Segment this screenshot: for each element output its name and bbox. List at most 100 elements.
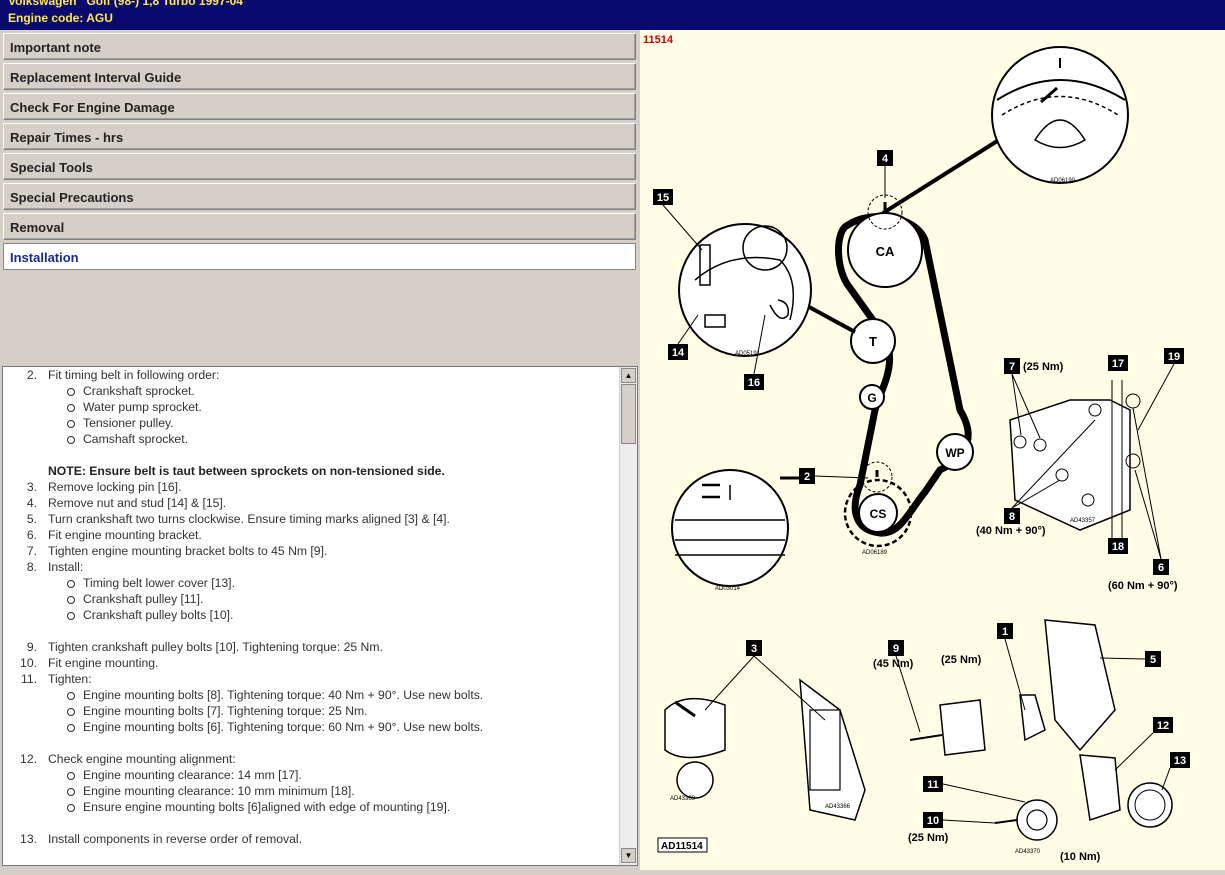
sub-item: Timing belt lower cover [13]. — [83, 576, 235, 590]
bullet-icon — [67, 592, 77, 604]
step-text: Install components in reverse order of r… — [48, 832, 303, 846]
step-text: Tighten engine mounting bracket bolts to… — [48, 544, 328, 558]
callout-11: 11 — [927, 779, 939, 791]
bullet-icon — [67, 800, 77, 812]
ref-ad06190: AD06190 — [1050, 178, 1076, 184]
crankshaft-mark-detail: AD03014 — [671, 469, 805, 592]
torque-9: (45 Nm) — [873, 658, 914, 670]
torque-10: (25 Nm) — [908, 832, 949, 844]
bullet-icon — [67, 416, 77, 428]
bullet-icon — [67, 384, 77, 396]
callout-7: 7 — [1009, 361, 1015, 373]
bullet-icon — [67, 608, 77, 620]
ref-ad06189: AD06189 — [862, 550, 888, 556]
ref-ad43357: AD43357 — [1070, 518, 1096, 524]
instructions-panel[interactable]: 2. Fit timing belt in following order: C… — [2, 366, 638, 866]
step-text: Tighten: — [48, 672, 92, 686]
step-number: 4. — [26, 496, 37, 510]
nav-special-precautions[interactable]: Special Precautions — [3, 183, 636, 210]
bullet-icon — [67, 784, 77, 796]
callout-18: 18 — [1112, 541, 1124, 553]
nav-installation[interactable]: Installation — [3, 243, 636, 270]
callout-10: 10 — [927, 815, 939, 827]
step-number: 10. — [20, 656, 37, 670]
callout-16: 16 — [748, 377, 760, 389]
timing-belt-diagram: 11 5 1 4 AD06190 CA T G WP CS AD06189 AD051… — [640, 30, 1225, 870]
t-label: T — [869, 334, 877, 349]
step-number: 6. — [26, 528, 37, 542]
sub-item: Camshaft sprocket. — [83, 432, 188, 446]
callout-17: 17 — [1112, 358, 1124, 370]
wp-label: WP — [945, 446, 964, 460]
callout-9: 9 — [893, 643, 899, 655]
footer-code: AD11514 — [661, 841, 703, 852]
bullet-icon — [67, 704, 77, 716]
bullet-icon — [67, 576, 77, 588]
ref-ad03014: AD03014 — [715, 586, 741, 592]
scroll-up-icon[interactable]: ▲ — [621, 368, 636, 383]
ref-ad43366: AD43366 — [825, 804, 851, 810]
step-text: Install: — [48, 560, 84, 574]
nav-check-for-engine-damage[interactable]: Check For Engine Damage — [3, 93, 636, 120]
timing-mark-3-detail: AD43369 AD43366 — [664, 678, 866, 821]
g-label: G — [867, 391, 876, 405]
step-text: Fit engine mounting. — [48, 656, 159, 670]
step-text: Turn crankshaft two turns clockwise. Ens… — [48, 512, 450, 526]
title-bar: Volkswagen Golf (98-) 1,8 Turbo 1997-04 … — [0, 0, 1225, 30]
cs-label: CS — [870, 507, 887, 521]
nav-removal[interactable]: Removal — [3, 213, 636, 240]
camshaft-mark-detail: AD06190 — [881, 46, 1129, 215]
step-text: Tighten crankshaft pulley bolts [10]. Ti… — [48, 640, 383, 654]
tensioner-detail: AD05191 — [678, 223, 856, 357]
camshaft-pulley: CA — [847, 194, 923, 288]
step-text: Check engine mounting alignment: — [48, 752, 236, 766]
step-number: 13. — [20, 832, 37, 846]
tensioner-pulley: T — [850, 318, 896, 364]
bullet-icon — [67, 688, 77, 700]
callout-1: 1 — [1002, 626, 1008, 638]
nav-important-note[interactable]: Important note — [3, 33, 636, 60]
sub-item: Ensure engine mounting bolts [6]aligned … — [83, 800, 451, 814]
bullet-icon — [67, 768, 77, 780]
callout-6: 6 — [1158, 562, 1164, 574]
torque-6: (60 Nm + 90°) — [1108, 580, 1178, 592]
ca-label: CA — [876, 244, 895, 259]
callout-15: 15 — [657, 192, 669, 204]
step-number: 3. — [26, 480, 37, 494]
sub-item: Engine mounting clearance: 10 mm minimum… — [83, 784, 355, 798]
sub-item: Water pump sprocket. — [83, 400, 202, 414]
vehicle-title: Volkswagen Golf (98-) 1,8 Turbo 1997-04 — [8, 0, 243, 8]
scroll-thumb[interactable] — [621, 384, 636, 444]
nav-special-tools[interactable]: Special Tools — [3, 153, 636, 180]
torque-7: (25 Nm) — [1023, 361, 1064, 373]
nav-replacement-interval-guide[interactable]: Replacement Interval Guide — [3, 63, 636, 90]
sub-item: Engine mounting bolts [7]. Tightening to… — [83, 704, 368, 718]
scroll-down-icon[interactable]: ▼ — [621, 848, 636, 863]
note-text: NOTE: Ensure belt is taut between sprock… — [48, 464, 445, 478]
bullet-icon — [67, 400, 77, 412]
ref-ad43370: AD43370 — [1015, 849, 1041, 855]
engine-code: Engine code: AGU — [8, 11, 113, 25]
step-text: Remove nut and stud [14] & [15]. — [48, 496, 227, 510]
ref-ad43369: AD43369 — [670, 796, 696, 802]
step-number: 5. — [26, 512, 37, 526]
step-number: 9. — [26, 640, 37, 654]
step-text: Fit engine mounting bracket. — [48, 528, 202, 542]
callout-4: 4 — [882, 153, 889, 165]
callout-3: 3 — [751, 643, 757, 655]
callout-8: 8 — [1009, 511, 1015, 523]
vertical-scrollbar[interactable]: ▲ ▼ — [619, 367, 637, 865]
sub-item: Tensioner pulley. — [83, 416, 174, 430]
nav-repair-times[interactable]: Repair Times - hrs — [3, 123, 636, 150]
step-text: Remove locking pin [16]. — [48, 480, 182, 494]
step-number: 8. — [26, 560, 37, 574]
step-number: 2. — [26, 368, 37, 382]
sub-item: Engine mounting bolts [6]. Tightening to… — [83, 720, 484, 734]
sub-item: Crankshaft pulley [11]. — [83, 592, 204, 606]
step-text: Fit timing belt in following order: — [48, 368, 220, 382]
torque-1: (25 Nm) — [941, 654, 982, 666]
step-number: 11. — [20, 672, 37, 686]
sub-item: Engine mounting bolts [8]. Tightening to… — [83, 688, 484, 702]
sub-item: Engine mounting clearance: 14 mm [17]. — [83, 768, 302, 782]
callout-5: 5 — [1150, 654, 1156, 666]
